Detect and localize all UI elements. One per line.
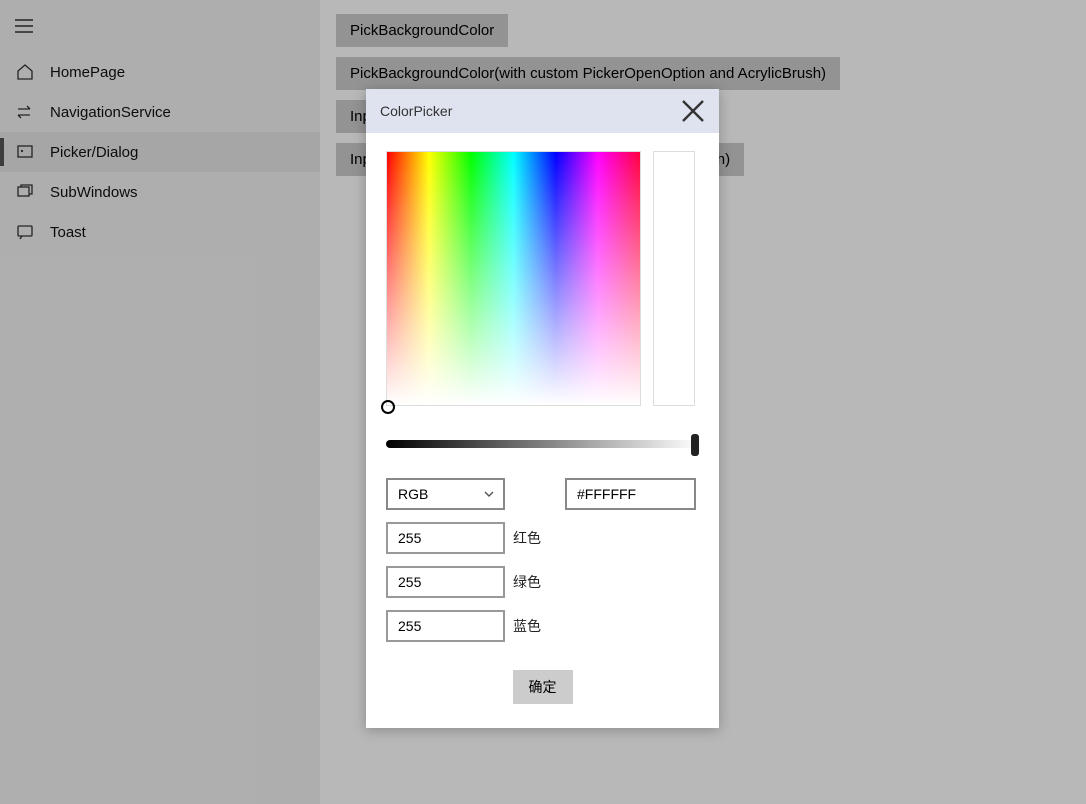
blue-label: 蓝色 (513, 616, 541, 636)
color-spectrum[interactable] (386, 151, 641, 406)
hex-input[interactable] (565, 478, 696, 510)
dialog-body: RGB 红色 绿色 蓝色 确定 (366, 133, 719, 728)
chevron-down-icon (483, 488, 495, 500)
green-input[interactable] (386, 566, 505, 598)
green-label: 绿色 (513, 572, 541, 592)
color-mode-select[interactable]: RGB (386, 478, 505, 510)
value-slider[interactable] (386, 436, 699, 452)
value-slider-thumb (691, 434, 699, 456)
preview-swatch (653, 151, 695, 406)
colorpicker-dialog: ColorPicker RGB (366, 89, 719, 728)
close-button[interactable] (681, 99, 705, 123)
dialog-title: ColorPicker (380, 103, 452, 119)
close-icon (681, 99, 705, 123)
dialog-header: ColorPicker (366, 89, 719, 133)
blue-input[interactable] (386, 610, 505, 642)
value-track (386, 440, 699, 448)
red-input[interactable] (386, 522, 505, 554)
color-mode-value: RGB (398, 486, 428, 502)
spectrum-thumb (381, 400, 395, 414)
red-label: 红色 (513, 528, 541, 548)
confirm-button[interactable]: 确定 (513, 670, 573, 704)
